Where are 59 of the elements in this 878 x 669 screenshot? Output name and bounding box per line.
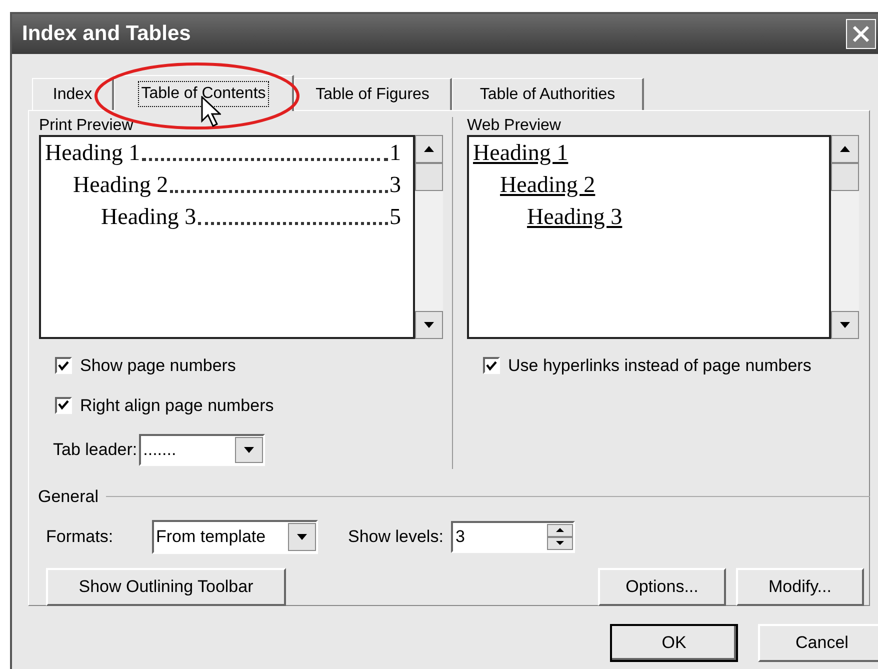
page-number: 3 [390,171,401,199]
down-arrow-icon [424,322,434,328]
checkbox[interactable] [483,357,500,374]
heading-link[interactable]: Heading 2 [500,169,596,201]
heading-entry: Heading 3 [101,203,196,231]
button[interactable]: Modify... [736,568,864,606]
dropdown-arrow-button[interactable] [288,522,316,550]
spin-up-button[interactable] [547,524,574,536]
heading-entry: Heading 1 [45,139,140,167]
checkbox-label: Use hyperlinks instead of page numbers [508,355,812,377]
spin-down-button[interactable] [547,536,574,550]
up-arrow-icon [840,146,850,152]
checkbox[interactable] [55,357,72,374]
checkbox-label: Show page numbers [80,355,236,377]
scroll-up-button[interactable] [415,135,443,163]
scroll-thumb[interactable] [831,163,859,191]
scroll-down-button[interactable] [831,311,859,339]
button[interactable]: OK [610,624,738,662]
up-arrow-icon [424,146,434,152]
page-number: 5 [390,203,401,231]
tab[interactable]: Table of Figures [294,78,452,110]
scrollbar[interactable] [415,135,443,339]
down-arrow-icon [297,534,307,540]
button[interactable]: Cancel [758,624,878,662]
spinner-value: 3 [454,526,465,548]
dropdown-value: From template [155,526,266,548]
checkbox[interactable] [55,396,72,414]
close-icon [852,25,870,43]
up-arrow-icon [556,528,564,532]
down-arrow-icon [840,322,850,328]
scroll-down-button[interactable] [415,311,443,339]
page-number: 1 [390,139,401,167]
heading-link[interactable]: Heading 3 [527,201,622,233]
field-label: Formats: [46,526,114,548]
field-label: Tab leader: [53,439,138,462]
preview-label: Web Preview [467,117,562,135]
heading-entry: Heading 2 [73,171,168,199]
scroll-up-button[interactable] [831,135,859,163]
field-label: Show levels: [348,526,444,548]
tab[interactable]: Index [32,78,114,110]
button[interactable]: Options... [598,568,726,606]
dropdown-arrow-button[interactable] [235,437,264,463]
checkbox-label: Right align page numbers [80,394,274,416]
down-arrow-icon [244,447,254,453]
tab[interactable]: Table of Contents [114,75,294,111]
section-label: General [38,486,98,508]
formats-dropdown[interactable]: From template [152,520,318,554]
tab-leader-dropdown[interactable]: ....... [139,434,266,466]
dropdown-value: ....... [142,439,176,462]
close-button[interactable] [846,19,876,49]
window-title: Index and Tables [22,21,191,48]
preview-label: Print Preview [39,117,134,135]
scroll-thumb[interactable] [415,163,443,191]
down-arrow-icon [556,541,564,545]
heading-link[interactable]: Heading 1 [473,137,568,169]
scrollbar[interactable] [831,135,859,339]
tab[interactable]: Table of Authorities [452,78,644,110]
levels-spinner[interactable]: 3 [451,520,576,552]
button[interactable]: Show Outlining Toolbar [46,568,286,606]
